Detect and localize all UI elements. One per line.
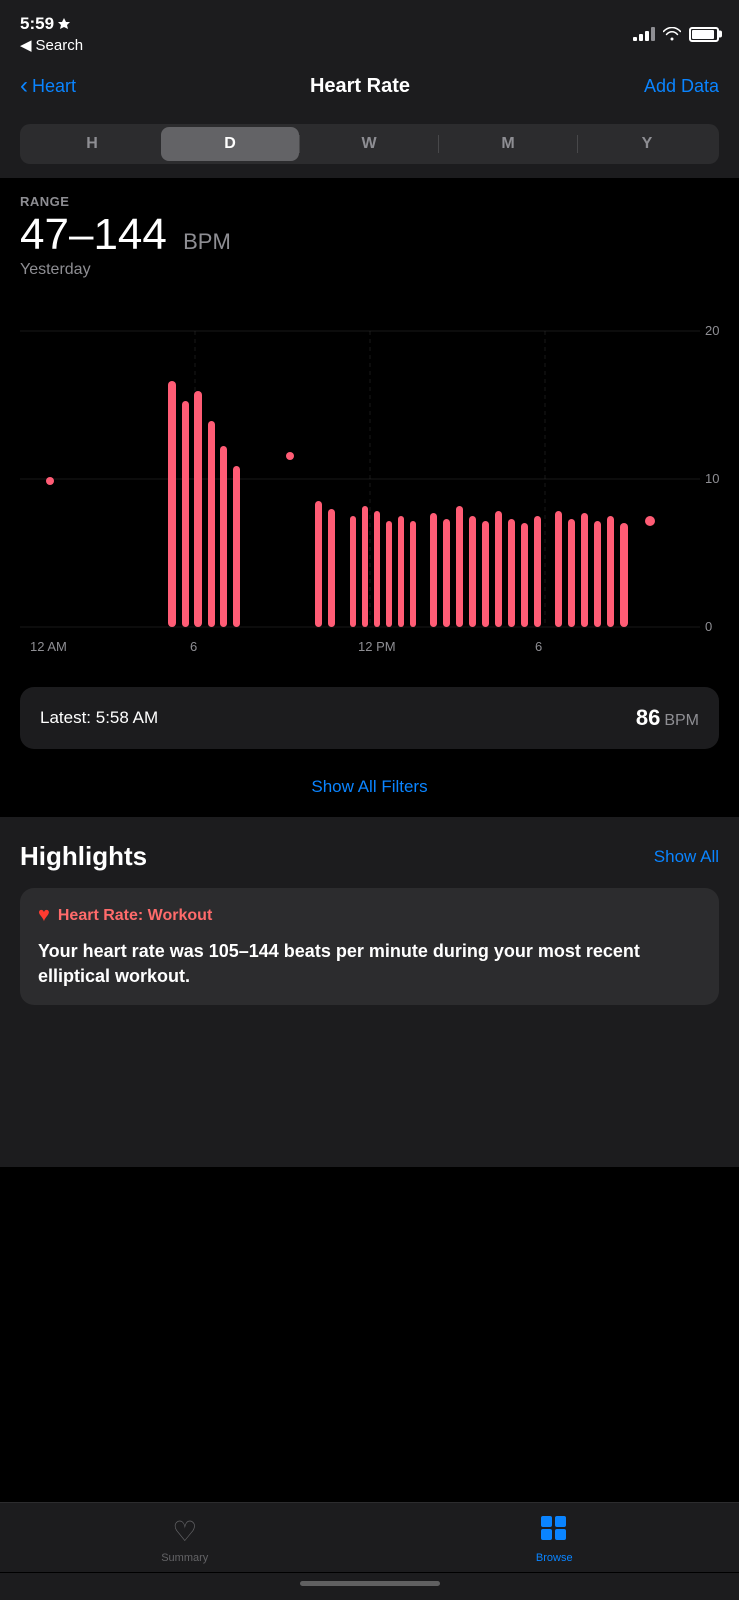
svg-text:0: 0 — [705, 619, 712, 634]
status-time: 5:59 — [20, 14, 83, 34]
tab-bar-summary[interactable]: ♡ Summary — [0, 1515, 370, 1564]
tab-M[interactable]: M — [439, 127, 577, 161]
browse-grid-icon — [540, 1515, 568, 1548]
back-arrow-icon: ◀ — [20, 36, 32, 54]
tab-bar: ♡ Summary Browse — [0, 1502, 739, 1572]
home-indicator — [0, 1573, 739, 1600]
time-period-tabs: H D W M Y — [0, 116, 739, 178]
location-icon — [58, 18, 70, 30]
highlight-card-header: ♥ Heart Rate: Workout — [38, 904, 701, 927]
tab-H[interactable]: H — [23, 127, 161, 161]
tab-D[interactable]: D — [161, 127, 299, 161]
latest-bpm-unit: BPM — [664, 712, 699, 729]
latest-value: 86BPM — [636, 705, 699, 730]
range-separator: – — [69, 210, 93, 259]
home-bar — [300, 1581, 440, 1586]
search-label: Search — [36, 37, 84, 54]
battery-icon — [689, 27, 719, 42]
range-value: 47–144 BPM — [20, 213, 719, 257]
status-search[interactable]: ◀ Search — [20, 36, 83, 54]
svg-text:12 AM: 12 AM — [30, 639, 67, 654]
browse-label: Browse — [536, 1552, 573, 1564]
nav-header: ‹ Heart Heart Rate Add Data — [0, 60, 739, 116]
range-date: Yesterday — [20, 261, 719, 279]
highlight-card: ♥ Heart Rate: Workout Your heart rate wa… — [20, 888, 719, 1005]
tab-Y[interactable]: Y — [578, 127, 716, 161]
show-all-filters-button[interactable]: Show All Filters — [311, 777, 427, 796]
show-all-button[interactable]: Show All — [654, 847, 719, 867]
page-title: Heart Rate — [310, 75, 410, 98]
range-unit: BPM — [183, 229, 231, 254]
highlights-section: Highlights Show All ♥ Heart Rate: Workou… — [0, 817, 739, 1167]
svg-text:12 PM: 12 PM — [358, 639, 396, 654]
summary-heart-icon: ♡ — [172, 1515, 197, 1548]
svg-text:6: 6 — [535, 639, 542, 654]
highlights-header: Highlights Show All — [20, 841, 719, 872]
time-display: 5:59 — [20, 14, 54, 34]
latest-label: Latest: 5:58 AM — [40, 708, 158, 728]
svg-text:200: 200 — [705, 323, 719, 338]
chart-svg: 200 100 0 — [20, 291, 719, 671]
chart-section: RANGE 47–144 BPM Yesterday 200 100 0 — [0, 178, 739, 671]
status-right — [633, 27, 719, 42]
summary-label: Summary — [161, 1552, 208, 1564]
heart-rate-chart: 200 100 0 — [20, 291, 719, 671]
status-bar: 5:59 ◀ Search — [0, 0, 739, 60]
latest-reading-card: Latest: 5:58 AM 86BPM — [20, 687, 719, 749]
status-left: 5:59 ◀ Search — [20, 14, 83, 54]
back-button[interactable]: ‹ Heart — [20, 72, 76, 100]
back-label: Heart — [32, 76, 76, 97]
range-label: RANGE — [20, 194, 719, 209]
highlight-card-body: Your heart rate was 105–144 beats per mi… — [38, 939, 701, 989]
tab-bar-browse[interactable]: Browse — [370, 1515, 739, 1564]
highlight-card-title: Heart Rate: Workout — [58, 907, 212, 925]
range-min: 47 — [20, 210, 69, 259]
latest-bpm-number: 86 — [636, 705, 660, 730]
chevron-left-icon: ‹ — [20, 72, 28, 100]
filters-section: Show All Filters — [0, 765, 739, 817]
signal-icon — [633, 27, 655, 41]
latest-value-container: 86BPM — [636, 705, 699, 731]
tabs-container: H D W M Y — [20, 124, 719, 164]
range-max: 144 — [93, 210, 166, 259]
wifi-icon — [663, 27, 681, 41]
highlights-title: Highlights — [20, 841, 147, 872]
tab-W[interactable]: W — [300, 127, 438, 161]
svg-text:100: 100 — [705, 471, 719, 486]
svg-text:6: 6 — [190, 639, 197, 654]
add-data-button[interactable]: Add Data — [644, 76, 719, 97]
heart-red-icon: ♥ — [38, 904, 50, 927]
